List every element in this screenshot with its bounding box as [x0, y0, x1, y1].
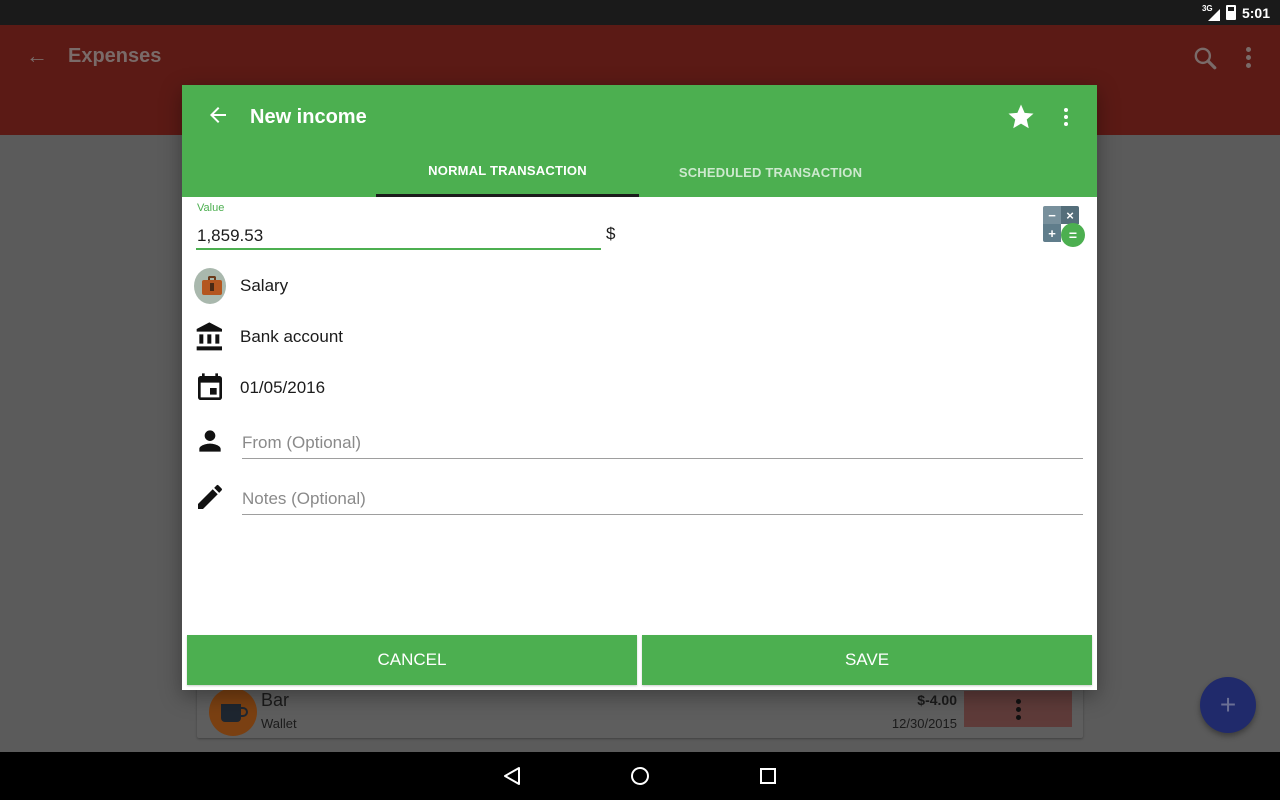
- category-value: Salary: [240, 276, 289, 295]
- calendar-icon: [198, 373, 222, 400]
- back-arrow-icon[interactable]: ←: [26, 43, 48, 69]
- account-value: Bank account: [240, 327, 344, 346]
- back-arrow-icon[interactable]: [206, 103, 230, 127]
- transaction-amount: $-4.00: [917, 692, 957, 708]
- tab-scheduled-transaction[interactable]: SCHEDULED TRANSACTION: [639, 147, 902, 197]
- background-title: Expenses: [68, 45, 162, 67]
- calc-minus-icon: −: [1043, 206, 1061, 224]
- person-icon: [199, 430, 221, 452]
- search-icon[interactable]: [1192, 45, 1218, 71]
- dialog-header: New income NORMAL TRANSACTION SCHEDULED …: [182, 85, 1097, 197]
- cancel-button[interactable]: CANCEL: [187, 635, 637, 685]
- coffee-cup-icon: [209, 688, 257, 736]
- currency-symbol: $: [606, 224, 616, 243]
- new-income-dialog: New income NORMAL TRANSACTION SCHEDULED …: [182, 85, 1097, 690]
- navigation-bar: [0, 752, 1280, 800]
- from-row: [182, 421, 1097, 461]
- add-fab-button[interactable]: +: [1200, 677, 1256, 733]
- calc-multiply-icon: ×: [1061, 206, 1079, 224]
- status-bar: 3G 5:01: [0, 0, 1280, 25]
- dialog-title: New income: [250, 106, 367, 128]
- transaction-list-item[interactable]: Bar Wallet $-4.00 12/30/2015: [197, 688, 1083, 738]
- calculator-button[interactable]: − × + =: [1043, 206, 1085, 248]
- pencil-icon: [198, 484, 222, 509]
- nav-back-icon[interactable]: [500, 764, 524, 788]
- notes-row: [182, 477, 1097, 517]
- clock: 5:01: [1241, 4, 1270, 21]
- calc-equals-icon: =: [1061, 223, 1085, 247]
- more-vert-icon[interactable]: [1246, 47, 1251, 68]
- value-label: Value: [197, 202, 225, 214]
- account-row[interactable]: Bank account: [182, 317, 1097, 357]
- date-value: 01/05/2016: [240, 378, 326, 397]
- date-row[interactable]: 01/05/2016: [182, 368, 1097, 408]
- notes-input[interactable]: [242, 483, 1083, 515]
- plus-icon: +: [1219, 689, 1237, 720]
- from-input[interactable]: [242, 427, 1083, 459]
- nav-home-icon[interactable]: [628, 764, 652, 788]
- battery-charging-icon: [1225, 5, 1236, 20]
- transaction-more-button[interactable]: [964, 691, 1072, 727]
- briefcase-icon: [194, 268, 226, 304]
- more-vert-icon[interactable]: [1064, 108, 1068, 126]
- transaction-account: Wallet: [261, 716, 297, 731]
- star-icon[interactable]: [1006, 102, 1036, 132]
- calc-plus-icon: +: [1043, 224, 1061, 242]
- tab-normal-transaction[interactable]: NORMAL TRANSACTION: [376, 147, 639, 197]
- transaction-name: Bar: [261, 690, 290, 710]
- nav-recents-icon[interactable]: [756, 764, 780, 788]
- bank-icon: [196, 322, 222, 351]
- category-row[interactable]: Salary: [182, 266, 1097, 306]
- save-button[interactable]: SAVE: [642, 635, 1092, 685]
- value-input[interactable]: [196, 223, 601, 250]
- transaction-date: 12/30/2015: [891, 716, 957, 731]
- cellular-signal-icon: 3G: [1202, 4, 1220, 21]
- category-avatar: [194, 268, 226, 304]
